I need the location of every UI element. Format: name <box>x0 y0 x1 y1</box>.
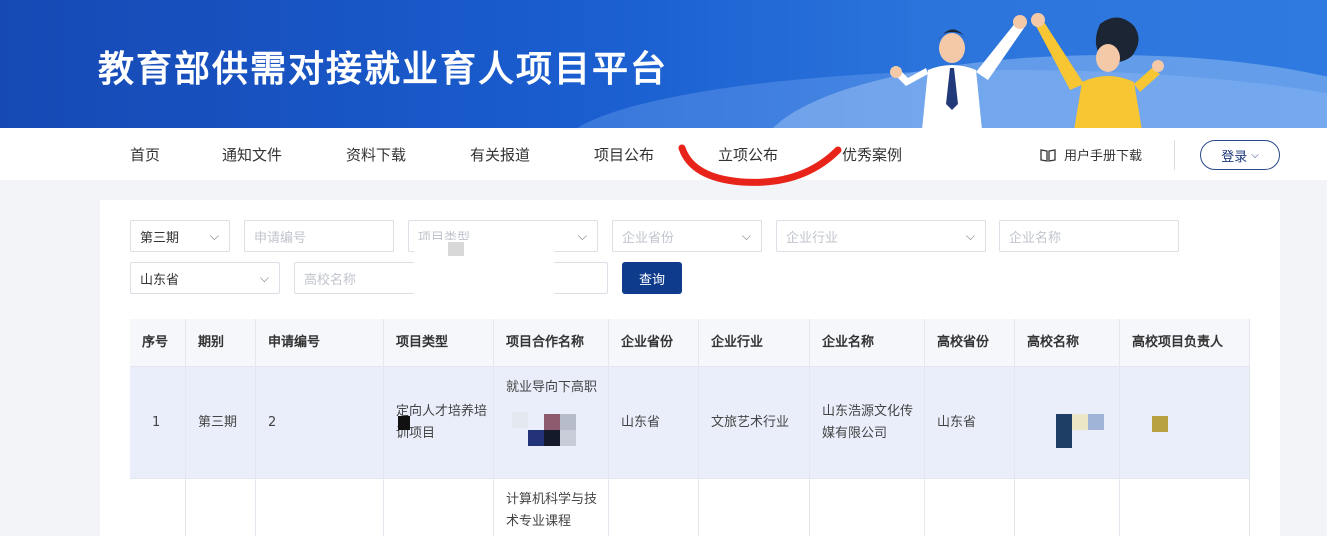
main-nav: 首页 通知文件 资料下载 有关报道 项目公布 立项公布 优秀案例 用户手册下载 … <box>0 128 1327 180</box>
redaction-patch <box>544 414 560 430</box>
application-no-input[interactable]: 申请编号 <box>244 220 394 252</box>
column-header: 期别 <box>186 319 256 367</box>
company-province-select[interactable]: 企业省份 ⌵ <box>612 220 762 252</box>
row-period <box>186 479 256 536</box>
chevron-down-icon: ⌵ <box>209 229 219 243</box>
redaction-patch <box>528 430 544 446</box>
column-header: 企业行业 <box>699 319 810 367</box>
company-name-placeholder: 企业名称 <box>1009 230 1062 246</box>
redaction-patch <box>544 430 560 446</box>
column-header: 企业省份 <box>609 319 699 367</box>
row-application-no: 2 <box>256 367 384 479</box>
company-industry-select[interactable]: 企业行业 ⌵ <box>776 220 986 252</box>
nav-item-notices[interactable]: 通知文件 <box>222 144 282 165</box>
chevron-down-icon: ⌵ <box>577 229 587 243</box>
row-school-province <box>925 479 1015 536</box>
nav-item-home[interactable]: 首页 <box>130 144 160 165</box>
column-header: 申请编号 <box>256 319 384 367</box>
school-name-placeholder: 高校名称 <box>304 272 357 288</box>
redaction-patch <box>560 430 576 446</box>
redaction-patch <box>1072 414 1088 430</box>
application-no-placeholder: 申请编号 <box>254 230 307 246</box>
company-province-placeholder: 企业省份 <box>622 230 675 246</box>
nav-item-downloads[interactable]: 资料下载 <box>346 144 406 165</box>
column-header: 高校项目负责人 <box>1120 319 1250 367</box>
redaction-patch <box>448 242 464 256</box>
period-select[interactable]: 第三期 ⌵ <box>130 220 230 252</box>
row-school-lead <box>1120 367 1250 479</box>
school-province-select[interactable]: 山东省 ⌵ <box>130 262 280 294</box>
nav-item-excellent-cases[interactable]: 优秀案例 <box>842 144 902 165</box>
row-period: 第三期 <box>186 367 256 479</box>
man-illustration <box>890 15 1027 128</box>
company-industry-placeholder: 企业行业 <box>786 230 839 246</box>
column-header: 高校名称 <box>1015 319 1120 367</box>
row-school-province: 山东省 <box>925 367 1015 479</box>
column-header: 企业名称 <box>810 319 925 367</box>
row-project-name: 计算机科学与技术专业课程 <box>494 479 609 536</box>
row-school-name <box>1015 479 1120 536</box>
login-button[interactable]: 登录 ⌵ <box>1200 140 1280 170</box>
woman-illustration <box>1031 13 1164 128</box>
login-label: 登录 <box>1221 149 1248 165</box>
row-company-name: 山东浩源文化传媒有限公司 <box>810 367 925 479</box>
chevron-down-icon: ⌵ <box>965 229 975 243</box>
row-company-industry <box>699 479 810 536</box>
platform-title: 教育部供需对接就业育人项目平台 <box>98 49 669 90</box>
red-annotation-mark <box>678 144 842 186</box>
company-name-input[interactable]: 企业名称 <box>999 220 1179 252</box>
query-label: 查询 <box>638 272 665 288</box>
column-header: 序号 <box>130 319 186 367</box>
row-index: 1 <box>130 367 186 479</box>
column-header: 项目合作名称 <box>494 319 609 367</box>
nav-item-project-announcement[interactable]: 项目公布 <box>594 144 654 165</box>
row-company-name <box>810 479 925 536</box>
column-header: 项目类型 <box>384 319 494 367</box>
row-school-lead <box>1120 479 1250 536</box>
redaction-patch <box>414 240 554 296</box>
redaction-patch <box>560 414 576 430</box>
redaction-patch <box>398 416 410 430</box>
chevron-down-icon: ⌵ <box>1251 149 1259 161</box>
book-icon <box>1040 148 1056 162</box>
school-province-value: 山东省 <box>140 272 180 288</box>
column-header: 高校省份 <box>925 319 1015 367</box>
table-header-row: 序号 期别 申请编号 项目类型 项目合作名称 企业省份 企业行业 企业名称 高校… <box>130 319 1250 367</box>
user-manual-download-link[interactable]: 用户手册下载 <box>1040 145 1142 164</box>
redaction-patch <box>1088 414 1104 430</box>
table-row[interactable]: 计算机科学与技术专业课程 <box>130 479 1250 536</box>
user-manual-label: 用户手册下载 <box>1064 149 1143 164</box>
row-company-province <box>609 479 699 536</box>
chevron-down-icon: ⌵ <box>741 229 751 243</box>
row-company-province: 山东省 <box>609 367 699 479</box>
redaction-patch <box>512 412 528 428</box>
row-project-type <box>384 479 494 536</box>
chevron-down-icon: ⌵ <box>259 271 269 285</box>
query-button[interactable]: 查询 <box>622 262 682 294</box>
row-application-no <box>256 479 384 536</box>
row-index <box>130 479 186 536</box>
row-company-industry: 文旅艺术行业 <box>699 367 810 479</box>
nav-item-reports[interactable]: 有关报道 <box>470 144 530 165</box>
redaction-patch <box>1056 414 1072 448</box>
period-value: 第三期 <box>140 230 180 246</box>
banner: 教育部供需对接就业育人项目平台 <box>0 0 1327 128</box>
nav-divider <box>1174 140 1175 170</box>
redaction-patch <box>1152 416 1168 432</box>
